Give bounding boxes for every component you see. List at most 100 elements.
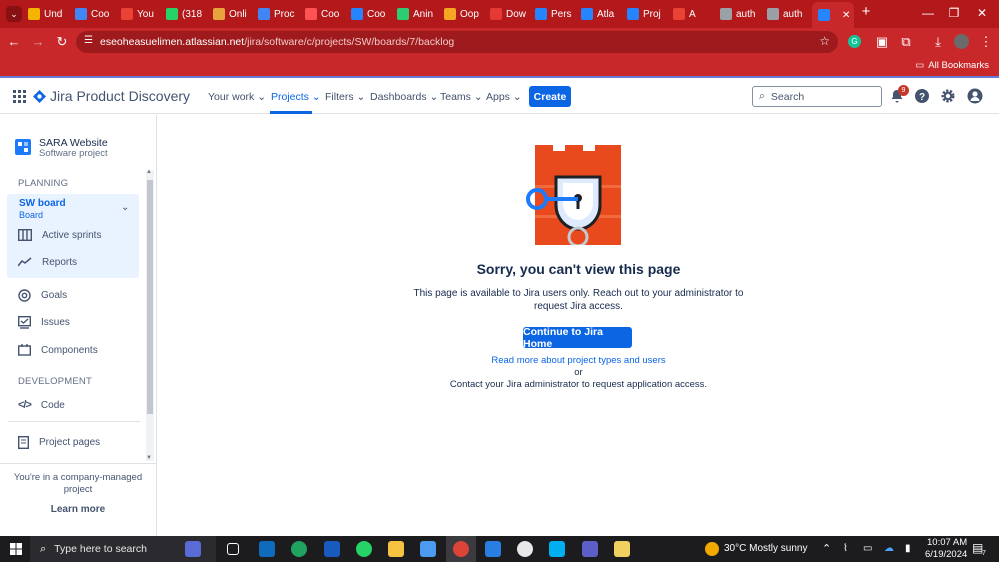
browser-tab[interactable]: You xyxy=(121,4,161,24)
skype-icon[interactable] xyxy=(549,541,565,557)
browser-tab[interactable]: (318 xyxy=(166,4,206,24)
nav-filters[interactable]: Filters ⌄ xyxy=(325,91,365,103)
teams-icon[interactable] xyxy=(582,541,598,557)
file-explorer-icon[interactable] xyxy=(388,541,404,557)
tab-favicon-icon xyxy=(627,8,639,20)
sidebar-item-project-pages[interactable]: Project pages xyxy=(18,436,100,449)
sidebar-item-issues[interactable]: Issues xyxy=(18,316,70,329)
browser-tab[interactable]: Onli xyxy=(213,4,253,24)
continue-to-jira-home-button[interactable]: Continue to Jira Home xyxy=(523,326,632,350)
folder-icon: ▭ xyxy=(915,60,925,71)
edge-icon[interactable] xyxy=(291,541,307,557)
close-tab-icon[interactable]: ✕ xyxy=(842,10,850,21)
nav-apps[interactable]: Apps ⌄ xyxy=(486,91,522,103)
windows-taskbar: ⌕ Type here to search 30°C Mostly sunny … xyxy=(0,536,999,562)
task-view-icon[interactable] xyxy=(227,543,239,555)
chrome-icon[interactable] xyxy=(453,541,469,557)
columns-icon xyxy=(18,229,32,241)
all-bookmarks[interactable]: ▭ All Bookmarks xyxy=(915,60,989,71)
new-tab-button[interactable]: + xyxy=(856,3,876,20)
tab-search-icon[interactable]: ⌄ xyxy=(6,6,22,22)
mail-icon[interactable] xyxy=(485,541,501,557)
nav-projects[interactable]: Projects ⌄ xyxy=(271,91,321,103)
minimize-button[interactable]: — xyxy=(918,6,938,20)
help-icon[interactable]: ? xyxy=(914,88,930,104)
sidebar-item-code[interactable]: </> Code xyxy=(18,399,65,411)
url-bar[interactable]: ☰ eseoheasuelimen.atlassian.net/jira/sof… xyxy=(76,31,838,53)
product-name[interactable]: Jira Product Discovery xyxy=(50,88,190,104)
read-more-link[interactable]: Read more about project types and users xyxy=(158,355,999,366)
browser-tab[interactable]: Dow xyxy=(490,4,530,24)
slack-icon[interactable] xyxy=(517,541,533,557)
files-icon[interactable] xyxy=(614,541,630,557)
sidebar-item-components[interactable]: Components xyxy=(18,344,98,356)
battery-icon[interactable]: ▭ xyxy=(863,543,872,554)
search-input[interactable]: ⌕ Search xyxy=(752,86,882,107)
nav-teams[interactable]: Teams ⌄ xyxy=(440,91,483,103)
download-icon[interactable]: ⤓ xyxy=(930,34,946,50)
app-switcher-icon[interactable] xyxy=(13,90,26,103)
tab-active[interactable]: ✕ xyxy=(812,2,854,28)
sidebar-item-active-sprints[interactable]: Active sprints xyxy=(18,229,101,241)
browser-tab[interactable]: Anin xyxy=(397,4,437,24)
site-info-icon[interactable]: ☰ xyxy=(84,35,93,46)
tab-title: A xyxy=(689,8,696,20)
settings-gear-icon[interactable] xyxy=(940,88,956,104)
grammarly-icon[interactable]: G xyxy=(848,35,861,48)
sidebar-item-reports[interactable]: Reports xyxy=(18,256,77,268)
account-avatar-icon[interactable] xyxy=(967,88,983,104)
sidebar-scroll-thumb[interactable] xyxy=(147,180,153,414)
weather-icon[interactable] xyxy=(705,542,719,556)
browser-tab[interactable]: Und xyxy=(28,4,68,24)
window-close-button[interactable]: ✕ xyxy=(972,6,992,20)
back-icon[interactable]: ← xyxy=(6,34,22,49)
browser-tab[interactable]: Coo xyxy=(351,4,391,24)
word-icon[interactable] xyxy=(324,541,340,557)
windows-start-icon[interactable] xyxy=(10,543,22,555)
onedrive-icon[interactable]: ☁ xyxy=(884,543,894,554)
jira-logo-icon[interactable] xyxy=(33,90,46,103)
clock-date[interactable]: 6/19/2024 xyxy=(925,549,967,560)
browser-tab[interactable]: Oop xyxy=(444,4,484,24)
profile-avatar[interactable] xyxy=(954,34,969,49)
volume-icon[interactable]: ▮ xyxy=(905,543,911,554)
tray-chevron-up-icon[interactable]: ⌃ xyxy=(822,542,831,555)
whatsapp-icon[interactable] xyxy=(356,541,372,557)
browser-tab[interactable]: Atla xyxy=(581,4,621,24)
nav-your-work[interactable]: Your work ⌄ xyxy=(208,91,266,103)
browser-tab[interactable]: Coo xyxy=(75,4,115,24)
browser-tab[interactable]: A xyxy=(673,4,713,24)
browser-tab[interactable]: Proj xyxy=(627,4,667,24)
extensions-icon[interactable]: ⧉ xyxy=(898,34,914,50)
weather-text[interactable]: 30°C Mostly sunny xyxy=(724,543,807,554)
forward-icon[interactable]: → xyxy=(30,34,46,49)
browser-tab[interactable]: Proc xyxy=(258,4,298,24)
scroll-down-icon[interactable]: ▼ xyxy=(146,455,152,461)
browser-tab[interactable]: auth xyxy=(720,4,760,24)
reload-icon[interactable]: ↻ xyxy=(54,34,70,50)
outlook-icon[interactable] xyxy=(259,541,275,557)
url-path: /jira/software/c/projects/SW/boards/7/ba… xyxy=(244,36,455,48)
nav-label: Projects xyxy=(271,91,309,103)
board-name[interactable]: SW board xyxy=(19,198,66,209)
bookmark-star-icon[interactable]: ☆ xyxy=(819,34,830,48)
nav-dashboards[interactable]: Dashboards ⌄ xyxy=(370,91,438,103)
maximize-button[interactable]: ❐ xyxy=(944,6,964,20)
screen-icon[interactable]: ▣ xyxy=(874,34,890,50)
store-icon[interactable] xyxy=(420,541,436,557)
browser-tab[interactable]: Pers xyxy=(535,4,575,24)
clock-time[interactable]: 10:07 AM xyxy=(927,537,967,548)
scroll-up-icon[interactable]: ▲ xyxy=(146,169,152,175)
svg-text:?: ? xyxy=(919,92,925,103)
meet-icon[interactable] xyxy=(185,541,201,557)
network-icon[interactable]: ⌇ xyxy=(843,543,848,554)
learn-more-link[interactable]: Learn more xyxy=(0,504,156,515)
browser-tab[interactable]: auth xyxy=(767,4,807,24)
sidebar-item-goals[interactable]: Goals xyxy=(18,289,67,302)
tab-title: Anin xyxy=(413,8,434,20)
create-button[interactable]: Create xyxy=(529,86,571,107)
browser-menu-icon[interactable]: ⋮ xyxy=(978,34,994,50)
sidebar-item-label: Project pages xyxy=(39,437,101,448)
browser-tab[interactable]: Coo xyxy=(305,4,345,24)
board-chevron-down-icon[interactable]: ⌄ xyxy=(121,202,129,213)
